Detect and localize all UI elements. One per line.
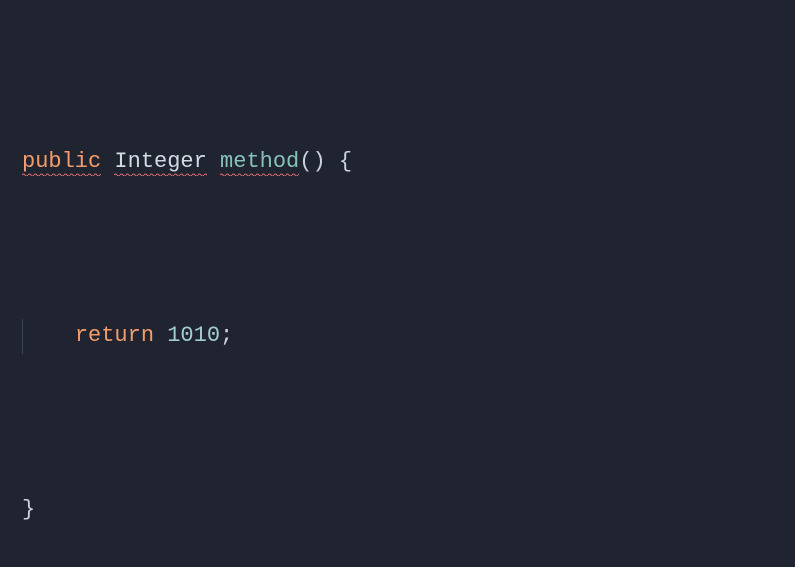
type-integer: Integer [114,149,206,176]
code-line[interactable]: } [22,493,773,528]
keyword-public: public [22,149,101,176]
close-brace: } [22,497,35,522]
close-paren: ) [312,149,325,174]
open-brace: { [339,149,352,174]
method-name: method [220,149,299,176]
code-editor[interactable]: public Integer method() { return 1010; }… [0,0,795,567]
keyword-return: return [75,323,154,348]
open-paren: ( [299,149,312,174]
code-line[interactable]: return 1010; [22,319,773,354]
space [207,149,220,174]
literal-int: 1010 [167,323,220,348]
indent [22,323,75,348]
space [154,323,167,348]
code-line[interactable]: public Integer method() { [22,145,773,180]
space [101,149,114,174]
semicolon: ; [220,323,233,348]
space [326,149,339,174]
